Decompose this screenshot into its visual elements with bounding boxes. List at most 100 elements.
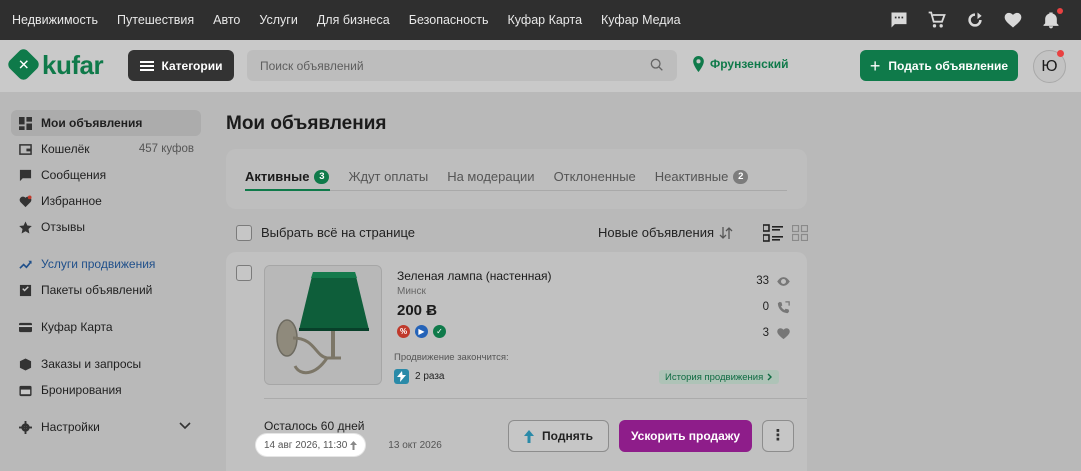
ad-city: Минск [397, 286, 426, 297]
top-nav-link-kufar-card[interactable]: Куфар Карта [508, 13, 583, 27]
tab-awaiting-payment[interactable]: Ждут оплаты [348, 169, 428, 184]
kufar-logo-text: kufar [42, 49, 104, 80]
sidebar-item-reviews[interactable]: Отзывы [11, 214, 201, 240]
ad-title[interactable]: Зеленая лампа (настенная) [397, 269, 552, 283]
sidebar-item-ad-packages[interactable]: Пакеты объявлений [11, 277, 201, 303]
more-options-icon: ⋮ [770, 427, 786, 444]
grid-view-icon[interactable] [792, 225, 808, 241]
sidebar-item-label: Бронирования [41, 383, 122, 397]
chat-icon[interactable] [889, 10, 909, 30]
favorites-count: 3 [762, 327, 769, 339]
top-navigation: Недвижимость Путешествия Авто Услуги Для… [0, 0, 1081, 40]
sort-selector[interactable]: Новые объявления [598, 225, 733, 240]
menu-icon [139, 60, 154, 71]
sidebar-item-settings[interactable]: Настройки [11, 414, 201, 440]
sidebar-item-orders[interactable]: Заказы и запросы [11, 351, 201, 377]
sidebar-item-promotion-services[interactable]: Услуги продвижения [11, 251, 201, 277]
sidebar-item-bookings[interactable]: Бронирования [11, 377, 201, 403]
lamp-image [265, 266, 381, 384]
views-stat: 33 [731, 268, 791, 294]
tab-label: Отклоненные [553, 169, 636, 184]
avatar-initial: Ю [1041, 57, 1058, 75]
sidebar-item-favorites[interactable]: Избранное [11, 188, 201, 214]
sidebar-item-label: Настройки [41, 420, 100, 434]
region-selector[interactable]: Фрунзенский [692, 56, 789, 72]
list-view-icon[interactable] [763, 224, 783, 242]
promo-count: 2 раза [415, 371, 445, 382]
trend-up-icon [19, 258, 32, 271]
top-nav-link-travel[interactable]: Путешествия [117, 13, 194, 27]
raise-button[interactable]: Поднять [508, 420, 609, 452]
post-ad-button[interactable]: + Подать объявление [860, 50, 1018, 81]
sidebar-item-label: Сообщения [41, 168, 107, 182]
select-all-checkbox[interactable] [236, 225, 252, 241]
calendar-icon [19, 384, 32, 397]
categories-label: Категории [161, 58, 223, 73]
tab-label: На модерации [447, 169, 535, 184]
top-nav-link-auto[interactable]: Авто [213, 13, 240, 27]
status-tabs: Активные 3 Ждут оплаты На модерации Откл… [245, 169, 749, 184]
top-nav-link-kufar-media[interactable]: Куфар Медиа [601, 13, 681, 27]
tab-inactive[interactable]: Неактивные 2 [655, 169, 749, 184]
notification-dot [1057, 8, 1063, 14]
plus-icon: + [869, 55, 881, 76]
sidebar-item-messages[interactable]: Сообщения [11, 162, 201, 188]
sidebar: Мои объявления Кошелёк 457 куфов Сообщен… [11, 110, 201, 440]
date-start-chip: 14 авг 2026, 11:30 [256, 434, 366, 456]
list-controls: Выбрать всё на странице Новые объявления [236, 224, 808, 242]
promotion-history-button[interactable]: История продвижения [659, 370, 780, 384]
tab-label: Неактивные [654, 169, 729, 184]
avatar[interactable]: Ю [1033, 50, 1066, 83]
promotion-history-label: История продвижения [665, 371, 764, 383]
delivery-icon: ▶ [415, 325, 428, 338]
sidebar-item-my-ads[interactable]: Мои объявления [11, 110, 201, 136]
chevron-down-icon[interactable] [179, 422, 191, 430]
compare-icon[interactable] [965, 10, 985, 30]
bell-icon[interactable] [1041, 8, 1063, 30]
select-all-label[interactable]: Выбрать всё на странице [261, 225, 415, 240]
message-icon [19, 169, 32, 182]
top-nav-link-business[interactable]: Для бизнеса [317, 13, 390, 27]
bolt-icon [394, 369, 409, 384]
page-title: Мои объявления [226, 113, 387, 134]
chevron-right-icon [767, 373, 773, 381]
categories-button[interactable]: Категории [128, 50, 234, 81]
sidebar-item-label: Кошелёк [41, 142, 90, 156]
tab-count-badge: 3 [314, 169, 330, 184]
boost-sale-button[interactable]: Ускорить продажу [619, 420, 752, 452]
sidebar-item-kufar-card[interactable]: Куфар Карта [11, 314, 201, 340]
cart-icon[interactable] [927, 10, 947, 30]
grid-icon [19, 116, 32, 130]
ad-select-checkbox[interactable] [236, 265, 252, 281]
ad-photo[interactable] [264, 265, 382, 385]
ad-stats: 33 0 3 [731, 268, 791, 346]
tab-moderation[interactable]: На модерации [447, 169, 534, 184]
ad-dates: 14 авг 2026, 11:30 13 окт 2026 [256, 434, 442, 456]
search-input[interactable] [260, 58, 640, 73]
card-icon [19, 321, 32, 334]
eye-icon [777, 276, 790, 286]
heart-icon [777, 327, 790, 339]
top-nav-link-realty[interactable]: Недвижимость [12, 13, 98, 27]
heart-icon[interactable] [1003, 10, 1023, 30]
package-icon [19, 284, 32, 297]
more-options-button[interactable]: ⋮ [762, 420, 794, 452]
sidebar-item-wallet[interactable]: Кошелёк 457 куфов [11, 136, 201, 162]
raise-arrow-icon [350, 440, 358, 450]
calls-count: 0 [762, 301, 769, 313]
top-nav-links: Недвижимость Путешествия Авто Услуги Для… [12, 13, 700, 27]
sidebar-item-label: Мои объявления [41, 116, 143, 130]
kufar-logo[interactable]: ✕ kufar [5, 46, 104, 83]
tab-rejected[interactable]: Отклоненные [554, 169, 636, 184]
views-count: 33 [756, 275, 769, 287]
kufar-logo-mark: ✕ [5, 46, 42, 83]
search-icon[interactable] [649, 57, 665, 73]
top-nav-link-safety[interactable]: Безопасность [409, 13, 489, 27]
gear-icon [19, 420, 32, 434]
top-nav-link-services[interactable]: Услуги [259, 13, 297, 27]
promo-info: 2 раза [394, 369, 445, 384]
verified-shield-icon: ✓ [433, 325, 446, 338]
tab-active[interactable]: Активные 3 [245, 169, 330, 184]
